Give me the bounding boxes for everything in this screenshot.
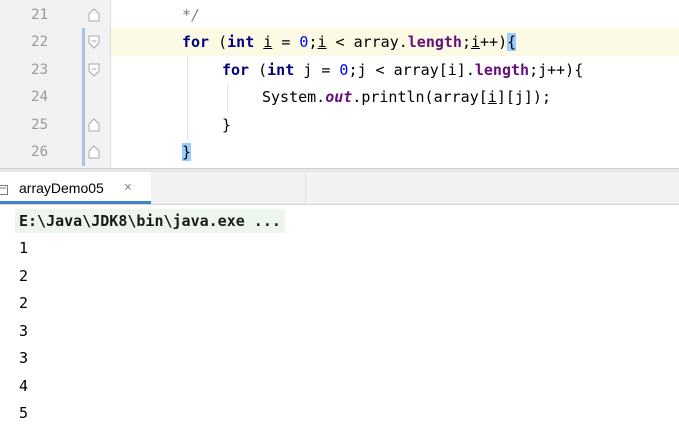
code-line-24[interactable]: System.out.println(array[i][j]); xyxy=(111,83,679,111)
code-content: */ xyxy=(182,1,200,29)
code-token: ][j]); xyxy=(496,88,551,106)
console-output-line: 1 xyxy=(19,239,29,257)
fold-end-icon[interactable] xyxy=(88,145,100,159)
vcs-change-marker[interactable] xyxy=(82,28,85,166)
code-token: ; xyxy=(461,33,471,51)
fold-start-icon[interactable] xyxy=(88,63,100,77)
line-number: 21 xyxy=(31,7,48,23)
code-token: .println(array[ xyxy=(352,88,488,106)
console-output-line: 2 xyxy=(19,294,29,312)
line-number: 25 xyxy=(31,117,48,133)
code-content: for (int j = 0;j < array[i].length;j++){ xyxy=(222,56,583,84)
close-icon[interactable]: × xyxy=(124,172,132,204)
run-command-line: E:\Java\JDK8\bin\java.exe ... xyxy=(15,209,285,233)
code-token: } xyxy=(182,143,192,161)
console-icon xyxy=(0,181,8,195)
run-tab-arraydemo05[interactable]: arrayDemo05 × xyxy=(0,172,151,204)
tab-divider xyxy=(305,172,306,204)
code-line-21[interactable]: */ xyxy=(111,1,679,29)
code-token: i xyxy=(317,33,327,51)
code-token: ( xyxy=(249,61,268,79)
fold-end-icon[interactable] xyxy=(88,8,100,22)
code-token: } xyxy=(222,116,232,134)
code-line-25[interactable]: } xyxy=(111,111,679,139)
fold-end-icon[interactable] xyxy=(88,118,100,132)
line-number: 23 xyxy=(31,62,48,78)
code-token: */ xyxy=(182,6,201,24)
console-output-line: 3 xyxy=(19,349,29,367)
run-console[interactable]: E:\Java\JDK8\bin\java.exe ... 1 2 2 3 3 … xyxy=(0,205,679,440)
console-output-line: 4 xyxy=(19,377,29,395)
code-token: out xyxy=(325,88,353,106)
code-content: System.out.println(array[i][j]); xyxy=(262,83,551,111)
code-token: ;j < array[i]. xyxy=(348,61,475,79)
line-number: 22 xyxy=(31,34,48,50)
code-line-26[interactable]: } xyxy=(111,138,679,166)
code-token: System. xyxy=(262,88,326,106)
code-editor[interactable]: 21 22 23 24 25 26 */ for (int i = 0;i < … xyxy=(0,0,679,168)
line-number: 26 xyxy=(31,144,48,160)
code-token: ;j++){ xyxy=(529,61,584,79)
code-token: int xyxy=(267,61,295,79)
code-token: ++) xyxy=(480,33,508,51)
line-number: 24 xyxy=(31,89,48,105)
console-output-line: 5 xyxy=(19,404,29,422)
code-token: for xyxy=(222,61,250,79)
code-token: = xyxy=(272,33,300,51)
run-tab-bar: arrayDemo05 × xyxy=(0,172,679,205)
run-tab-label: arrayDemo05 xyxy=(19,180,104,196)
code-content: } xyxy=(222,111,231,139)
code-token: length xyxy=(407,33,462,51)
code-token: int xyxy=(227,33,255,51)
code-token: i xyxy=(471,33,481,51)
code-line-22[interactable]: for (int i = 0;i < array.length;i++){ xyxy=(111,28,679,56)
code-token: ( xyxy=(209,33,228,51)
code-content: for (int i = 0;i < array.length;i++){ xyxy=(182,28,517,56)
code-line-23[interactable]: for (int j = 0;j < array[i].length;j++){ xyxy=(111,56,679,84)
console-output-line: 3 xyxy=(19,322,29,340)
code-token: length xyxy=(474,61,530,79)
code-token: j = xyxy=(294,61,340,79)
code-content: } xyxy=(182,138,192,166)
fold-start-icon[interactable] xyxy=(88,35,100,49)
code-token: < array. xyxy=(326,33,408,51)
code-token: { xyxy=(507,33,517,51)
code-token: for xyxy=(182,33,210,51)
console-output-line: 2 xyxy=(19,267,29,285)
code-token: i xyxy=(263,33,273,51)
code-token: i xyxy=(487,88,497,106)
